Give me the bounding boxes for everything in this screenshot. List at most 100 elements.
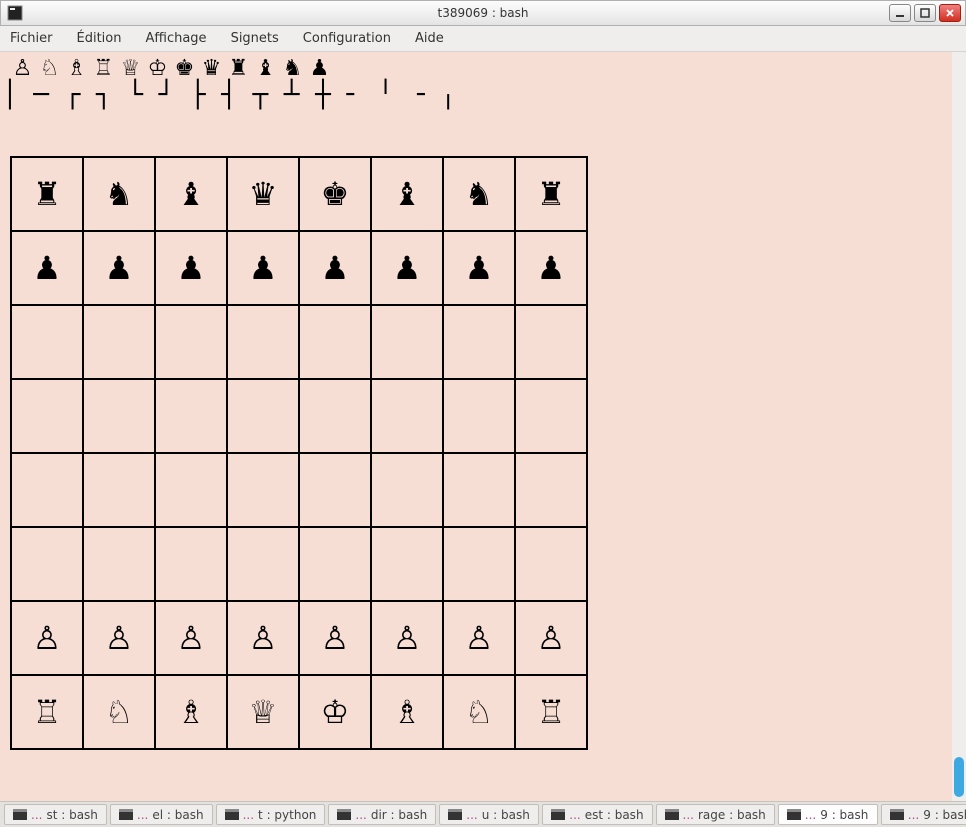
board-cell (155, 379, 227, 453)
board-cell: ♜ (515, 157, 587, 231)
close-button[interactable] (939, 4, 961, 22)
terminal-tab[interactable]: ... rage : bash (656, 804, 775, 825)
board-row (11, 305, 587, 379)
board-cell: ♟ (227, 231, 299, 305)
board-cell (83, 527, 155, 601)
terminal-tab[interactable]: ... st : bash (4, 804, 107, 825)
tab-ellipsis: ... (805, 808, 816, 822)
board-cell: ♕ (227, 675, 299, 749)
tab-ellipsis: ... (243, 808, 254, 822)
board-cell (83, 379, 155, 453)
board-cell: ♟ (371, 231, 443, 305)
board-cell (155, 305, 227, 379)
piece-glyph: ♖ (91, 56, 116, 82)
piece-glyph: ♘ (37, 56, 62, 82)
board-cell: ♟ (515, 231, 587, 305)
title-bar: t389069 : bash (0, 0, 966, 26)
board-cell (83, 305, 155, 379)
terminal-tab[interactable]: ...u : bash (439, 804, 539, 825)
tab-ellipsis: ... (355, 808, 366, 822)
terminal-tab[interactable]: ...9 : bash (881, 804, 966, 825)
piece-glyph: ♗ (64, 56, 89, 82)
piece-glyph-row: ♙♘♗♖♕♔♚♛♜♝♞♟ (0, 52, 952, 82)
board-cell (11, 453, 83, 527)
terminal-icon (119, 809, 133, 820)
terminal-tab[interactable]: ... 9 : bash (778, 804, 878, 825)
board-cell: ♝ (155, 157, 227, 231)
terminal-icon (337, 809, 351, 820)
board-cell: ♙ (83, 601, 155, 675)
terminal-tab[interactable]: ... dir : bash (328, 804, 436, 825)
minimize-button[interactable] (889, 4, 911, 22)
board-cell: ♙ (11, 601, 83, 675)
tab-ellipsis: ... (683, 808, 694, 822)
board-cell: ♞ (443, 157, 515, 231)
piece-glyph: ♟ (307, 56, 332, 82)
board-row (11, 379, 587, 453)
board-cell: ♖ (11, 675, 83, 749)
terminal-icon (13, 809, 27, 820)
board-cell (515, 379, 587, 453)
terminal-content[interactable]: ♙♘♗♖♕♔♚♛♜♝♞♟ │ ─ ┌ ┐ └ ┘ ├ ┤ ┬ ┴ ┼ ╴ ╵ ╶… (0, 52, 952, 801)
tab-label: t : python (258, 808, 316, 822)
maximize-button[interactable] (914, 4, 936, 22)
tab-ellipsis: ... (908, 808, 919, 822)
menu-file[interactable]: Fichier (6, 29, 57, 48)
menu-bookmarks[interactable]: Signets (227, 29, 283, 48)
board-cell: ♙ (155, 601, 227, 675)
terminal-icon (787, 809, 801, 820)
terminal-tab[interactable]: ...el : bash (110, 804, 213, 825)
terminal-tab[interactable]: ... t : python (216, 804, 326, 825)
board-cell: ♚ (299, 157, 371, 231)
tab-label: dir : bash (371, 808, 427, 822)
board-cell: ♘ (83, 675, 155, 749)
board-cell: ♟ (443, 231, 515, 305)
board-cell (155, 453, 227, 527)
board-cell (227, 305, 299, 379)
board-cell: ♝ (371, 157, 443, 231)
board-cell (515, 453, 587, 527)
board-cell (443, 527, 515, 601)
board-cell (299, 527, 371, 601)
board-cell (227, 379, 299, 453)
board-cell: ♙ (227, 601, 299, 675)
board-cell: ♛ (227, 157, 299, 231)
piece-glyph: ♞ (280, 56, 305, 82)
board-row (11, 453, 587, 527)
menu-bar: Fichier Édition Affichage Signets Config… (0, 26, 966, 52)
menu-edit[interactable]: Édition (73, 29, 126, 48)
board-cell: ♙ (515, 601, 587, 675)
terminal-tab[interactable]: ... est : bash (542, 804, 652, 825)
tab-label: st : bash (46, 808, 97, 822)
menu-config[interactable]: Configuration (299, 29, 395, 48)
menu-view[interactable]: Affichage (141, 29, 210, 48)
tab-label: 9 : bash (820, 808, 868, 822)
scroll-thumb[interactable] (954, 757, 964, 797)
piece-glyph: ♝ (253, 56, 278, 82)
tab-ellipsis: ... (31, 808, 42, 822)
board-cell: ♙ (299, 601, 371, 675)
board-cell (371, 527, 443, 601)
board-cell: ♘ (443, 675, 515, 749)
piece-glyph: ♚ (172, 56, 197, 82)
board-cell (443, 453, 515, 527)
terminal-icon (665, 809, 679, 820)
board-cell: ♟ (83, 231, 155, 305)
board-cell (227, 527, 299, 601)
menu-help[interactable]: Aide (411, 29, 448, 48)
tab-label: rage : bash (698, 808, 766, 822)
vertical-scrollbar[interactable] (952, 52, 966, 801)
terminal-icon (890, 809, 904, 820)
board-row: ♟♟♟♟♟♟♟♟ (11, 231, 587, 305)
board-cell: ♔ (299, 675, 371, 749)
board-cell (11, 379, 83, 453)
board-cell (299, 453, 371, 527)
tab-label: est : bash (585, 808, 644, 822)
board-cell (11, 305, 83, 379)
tab-ellipsis: ... (569, 808, 580, 822)
board-cell (11, 527, 83, 601)
piece-glyph: ♛ (199, 56, 224, 82)
board-row: ♖♘♗♕♔♗♘♖ (11, 675, 587, 749)
piece-glyph: ♕ (118, 56, 143, 82)
board-cell (227, 453, 299, 527)
